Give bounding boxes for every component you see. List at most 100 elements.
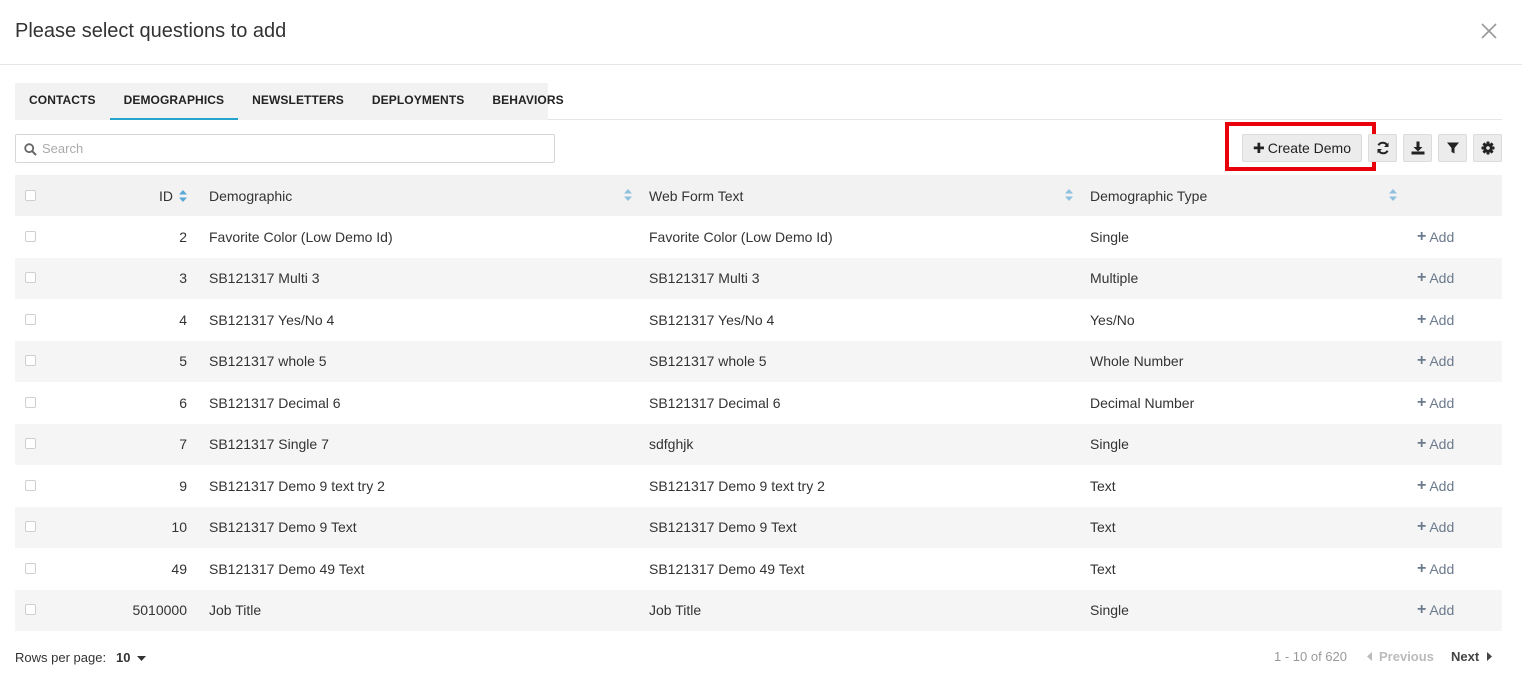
- tab-demographics[interactable]: DEMOGRAPHICS: [109, 83, 239, 120]
- plus-icon: +: [1417, 476, 1427, 494]
- download-button[interactable]: [1403, 134, 1432, 162]
- modal-header: Please select questions to add: [0, 0, 1522, 65]
- cell-demographic-type: Yes/No: [1090, 311, 1135, 328]
- cell-web-form-text: SB121317 Yes/No 4: [649, 311, 775, 328]
- table-row: 10 SB121317 Demo 9 Text SB121317 Demo 9 …: [15, 506, 1502, 549]
- add-button[interactable]: + Add: [1417, 216, 1454, 258]
- create-demo-button[interactable]: ✚ Create Demo: [1242, 134, 1362, 162]
- chevron-right-icon: [1487, 652, 1493, 661]
- add-button[interactable]: + Add: [1417, 507, 1454, 549]
- table-row: 6 SB121317 Decimal 6 SB121317 Decimal 6 …: [15, 382, 1502, 424]
- tab-newsletters[interactable]: NEWSLETTERS: [238, 83, 358, 120]
- row-checkbox[interactable]: [25, 313, 36, 325]
- cell-web-form-text: sdfghjk: [649, 436, 694, 453]
- add-button[interactable]: + Add: [1417, 258, 1454, 300]
- select-all-checkbox[interactable]: [25, 189, 36, 201]
- gear-icon: [1481, 141, 1495, 155]
- add-button[interactable]: + Add: [1417, 299, 1454, 341]
- cell-demographic: SB121317 Yes/No 4: [209, 311, 335, 328]
- add-button[interactable]: + Add: [1417, 548, 1454, 590]
- cell-web-form-text: SB121317 whole 5: [649, 353, 767, 370]
- sort-icon[interactable]: [1389, 189, 1397, 201]
- cell-demographic: SB121317 Demo 49 Text: [209, 560, 365, 577]
- cell-id: 49: [171, 560, 187, 577]
- cell-demographic-type: Single: [1090, 436, 1129, 453]
- table-row: 5 SB121317 whole 5 SB121317 whole 5 Whol…: [15, 340, 1502, 383]
- add-label: Add: [1429, 228, 1455, 245]
- cell-demographic-type: Text: [1090, 519, 1116, 536]
- row-checkbox[interactable]: [25, 604, 36, 616]
- cell-demographic-type: Single: [1090, 228, 1129, 245]
- next-button[interactable]: Next: [1451, 649, 1493, 664]
- previous-button[interactable]: Previous: [1367, 649, 1434, 664]
- pagination-range: 1 - 10 of 620: [1274, 649, 1347, 664]
- cell-demographic-type: Whole Number: [1090, 353, 1184, 370]
- plus-icon: +: [1417, 352, 1427, 370]
- row-checkbox[interactable]: [25, 479, 36, 491]
- table-row: 7 SB121317 Single 7 sdfghjk Single + Add: [15, 423, 1502, 466]
- tab-deployments[interactable]: DEPLOYMENTS: [358, 83, 478, 120]
- rows-per-page-select[interactable]: 10: [116, 650, 147, 665]
- cell-id: 9: [179, 477, 187, 494]
- plus-icon: ✚: [1253, 140, 1265, 156]
- pagination-footer: Rows per page: 10 1 - 10 of 620 Previous…: [15, 645, 1502, 669]
- column-header-web-form-text[interactable]: Web Form Text: [649, 175, 743, 216]
- row-checkbox[interactable]: [25, 230, 36, 242]
- table-row: 3 SB121317 Multi 3 SB121317 Multi 3 Mult…: [15, 257, 1502, 300]
- cell-demographic: SB121317 Multi 3: [209, 270, 320, 287]
- add-label: Add: [1429, 270, 1455, 287]
- chevron-left-icon: [1367, 652, 1372, 661]
- sort-icon: [179, 189, 187, 202]
- row-checkbox[interactable]: [25, 272, 36, 284]
- add-label: Add: [1429, 353, 1455, 370]
- cell-id: 7: [179, 436, 187, 453]
- add-button[interactable]: + Add: [1417, 590, 1454, 632]
- plus-icon: +: [1417, 393, 1427, 411]
- row-checkbox[interactable]: [25, 355, 36, 367]
- cell-id: 4: [179, 311, 187, 328]
- create-demo-label: Create Demo: [1267, 140, 1351, 156]
- add-button[interactable]: + Add: [1417, 465, 1454, 507]
- sort-icon[interactable]: [624, 189, 632, 201]
- tab-behaviors[interactable]: BEHAVIORS: [478, 83, 577, 120]
- table-row: 2 Favorite Color (Low Demo Id) Favorite …: [15, 216, 1502, 258]
- filter-button[interactable]: [1438, 134, 1467, 162]
- refresh-icon: [1377, 141, 1389, 155]
- add-label: Add: [1429, 519, 1455, 536]
- settings-button[interactable]: [1473, 134, 1502, 162]
- cell-demographic: SB121317 Demo 9 text try 2: [209, 477, 385, 494]
- cell-id: 2: [179, 228, 187, 245]
- tab-contacts[interactable]: CONTACTS: [15, 83, 110, 120]
- add-button[interactable]: + Add: [1417, 341, 1454, 383]
- cell-demographic-type: Text: [1090, 560, 1116, 577]
- column-header-id[interactable]: ID: [75, 175, 187, 216]
- cell-web-form-text: SB121317 Demo 9 Text: [649, 519, 797, 536]
- plus-icon: +: [1417, 269, 1427, 287]
- refresh-button[interactable]: [1368, 134, 1397, 162]
- tabs: CONTACTS DEMOGRAPHICS NEWSLETTERS DEPLOY…: [15, 83, 564, 120]
- cell-demographic: SB121317 Decimal 6: [209, 394, 341, 411]
- cell-demographic-type: Multiple: [1090, 270, 1139, 287]
- row-checkbox[interactable]: [25, 562, 36, 574]
- row-checkbox[interactable]: [25, 521, 36, 533]
- row-checkbox[interactable]: [25, 396, 36, 408]
- add-label: Add: [1429, 560, 1455, 577]
- cell-demographic: Job Title: [209, 602, 262, 619]
- previous-label: Previous: [1379, 649, 1434, 664]
- row-checkbox[interactable]: [25, 438, 36, 450]
- cell-id: 5: [179, 353, 187, 370]
- cell-web-form-text: Job Title: [649, 602, 702, 619]
- add-button[interactable]: + Add: [1417, 424, 1454, 466]
- cell-demographic-type: Text: [1090, 477, 1116, 494]
- cell-demographic: SB121317 Demo 9 Text: [209, 519, 357, 536]
- cell-id: 6: [179, 394, 187, 411]
- add-button[interactable]: + Add: [1417, 382, 1454, 424]
- cell-demographic-type: Decimal Number: [1090, 394, 1195, 411]
- column-header-demographic[interactable]: Demographic: [209, 175, 292, 216]
- search-box: [15, 134, 555, 163]
- search-input[interactable]: [42, 138, 547, 159]
- plus-icon: +: [1417, 601, 1427, 619]
- sort-icon[interactable]: [1065, 189, 1073, 201]
- column-header-demographic-type[interactable]: Demographic Type: [1090, 175, 1207, 216]
- close-button[interactable]: [1478, 20, 1500, 42]
